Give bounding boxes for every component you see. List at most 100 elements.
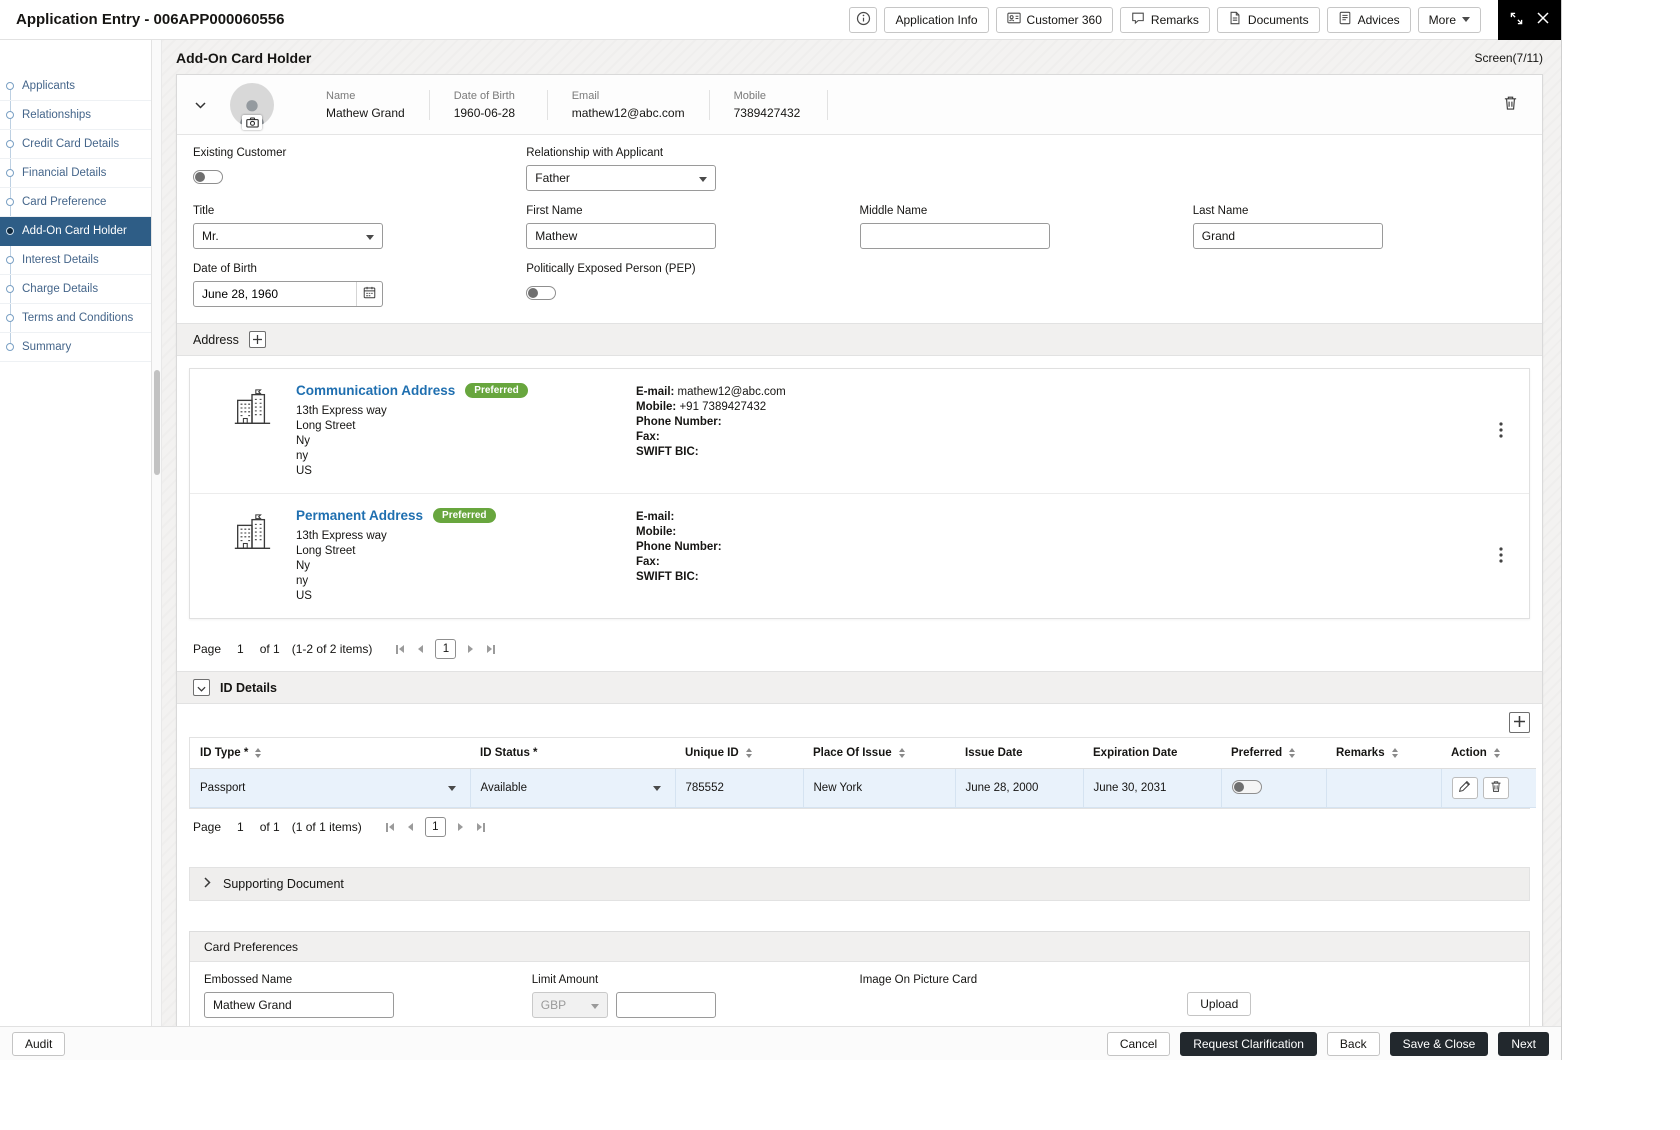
address-kebab-menu-button[interactable] [1491,418,1511,445]
delete-cardholder-button[interactable] [1503,95,1518,114]
id-status-select[interactable]: Available [481,782,665,794]
edit-row-button[interactable] [1451,777,1478,799]
last-name-field: Last Name [1192,205,1526,249]
address-title-link[interactable]: Permanent Address [296,508,423,523]
first-page-button[interactable] [394,643,406,656]
previous-page-button[interactable] [416,643,425,655]
id-type-select[interactable]: Passport [200,782,460,794]
address-line: US [296,590,312,602]
mobile-value: +91 7389427432 [679,401,767,413]
address-line: ny [296,575,309,587]
sidebar-scrollbar-thumb[interactable] [154,370,160,475]
sidebar-item-interest-details[interactable]: Interest Details [0,246,151,275]
previous-page-button[interactable] [406,821,415,833]
supporting-document-section[interactable]: Supporting Document [189,867,1530,901]
title-select[interactable]: Mr. [193,223,383,249]
sidebar-item-terms-and-conditions[interactable]: Terms and Conditions [0,304,151,333]
address-title-link[interactable]: Communication Address [296,383,455,398]
close-button[interactable] [1537,12,1549,27]
application-info-button[interactable]: Application Info [884,6,989,33]
delete-row-button[interactable] [1482,777,1509,799]
summary-dob-field: Date of Birth 1960-06-28 [430,89,548,120]
sidebar-item-add-on-card-holder[interactable]: Add-On Card Holder [0,217,151,246]
limit-amount-field: Limit Amount GBP [531,974,860,1018]
last-page-button[interactable] [485,643,497,656]
sidebar-item-applicants[interactable]: Applicants [0,72,151,101]
fax-label: Fax: [636,556,660,568]
summary-dob-value: 1960-06-28 [453,105,516,120]
swift-label: SWIFT BIC: [636,571,699,583]
title-value: Mr. [202,229,219,243]
embossed-name-input[interactable] [204,992,394,1018]
summary-mobile-label: Mobile [733,89,767,102]
more-button[interactable]: More [1417,6,1481,33]
middle-name-input[interactable] [859,223,1050,249]
middle-name-label: Middle Name [859,205,928,217]
sort-icon[interactable] [1493,747,1500,758]
sort-icon[interactable] [1391,747,1398,758]
pep-toggle[interactable] [526,286,557,300]
email-label: E-mail: [636,511,675,523]
page-number-box[interactable]: 1 [424,817,446,837]
last-page-button[interactable] [475,821,487,834]
sort-icon[interactable] [898,747,905,758]
sidebar-item-charge-details[interactable]: Charge Details [0,275,151,304]
preferred-toggle[interactable] [1231,779,1262,794]
save-and-close-button[interactable]: Save & Close [1389,1031,1489,1056]
body: Applicants Relationships Credit Card Det… [0,40,1561,1026]
relationship-label: Relationship with Applicant [526,147,664,159]
add-id-row-button[interactable] [1509,712,1530,733]
relationship-select[interactable]: Father [526,165,717,191]
customer-360-button[interactable]: Customer 360 [995,6,1113,33]
cancel-button[interactable]: Cancel [1106,1031,1171,1056]
maximize-button[interactable] [1510,12,1523,28]
camera-icon[interactable] [242,114,262,130]
unique-id-cell: 785552 [675,768,804,808]
next-button[interactable]: Next [1498,1031,1549,1056]
chevron-down-icon [590,1004,599,1009]
request-clarification-button[interactable]: Request Clarification [1180,1031,1317,1056]
cardholder-collapse-button[interactable] [191,93,210,116]
summary-dob-label: Date of Birth [453,89,515,102]
back-button[interactable]: Back [1326,1031,1380,1056]
next-page-button[interactable] [466,643,475,655]
trash-icon [1490,780,1502,796]
spacer-cell [860,263,1193,307]
expiration-date-cell: June 30, 2031 [1083,768,1222,808]
next-page-button[interactable] [456,821,465,833]
info-button[interactable] [849,6,878,33]
step-dot-icon [6,227,14,235]
sidebar-item-summary[interactable]: Summary [0,333,151,362]
calendar-button[interactable] [356,282,382,306]
documents-button[interactable]: Documents [1216,6,1320,33]
sort-icon[interactable] [745,747,752,758]
remarks-button[interactable]: Remarks [1119,6,1210,33]
phone-label: Phone Number: [636,416,722,428]
dob-input[interactable] [194,287,356,301]
id-details-collapse-button[interactable] [193,679,210,696]
maximize-icon [1510,12,1523,28]
existing-customer-toggle[interactable] [193,170,223,184]
limit-amount-input[interactable] [615,992,716,1018]
sort-icon[interactable] [1289,747,1296,758]
sidebar-item-card-preference[interactable]: Card Preference [0,188,151,217]
sidebar-item-relationships[interactable]: Relationships [0,101,151,130]
last-name-input[interactable] [1192,223,1383,249]
card-preferences-panel: Card Preferences Embossed Name Limit Amo… [189,931,1530,1026]
pencil-icon [1458,780,1471,796]
address-kebab-menu-button[interactable] [1491,543,1511,570]
first-name-input[interactable] [526,223,717,249]
add-address-button[interactable] [248,331,266,348]
sort-icon[interactable] [255,747,262,758]
audit-button[interactable]: Audit [12,1031,66,1056]
limit-amount-label: Limit Amount [531,974,599,986]
first-page-button[interactable] [384,821,396,834]
sidebar-item-financial-details[interactable]: Financial Details [0,159,151,188]
page-number-box[interactable]: 1 [435,639,457,659]
advices-button[interactable]: Advices [1326,6,1411,33]
address-pagination: Page 1 of 1 (1-2 of 2 items) 1 [177,631,1542,671]
calendar-icon [363,286,376,302]
upload-button[interactable]: Upload [1187,992,1252,1016]
currency-select[interactable]: GBP [531,992,608,1018]
sidebar-item-credit-card-details[interactable]: Credit Card Details [0,130,151,159]
